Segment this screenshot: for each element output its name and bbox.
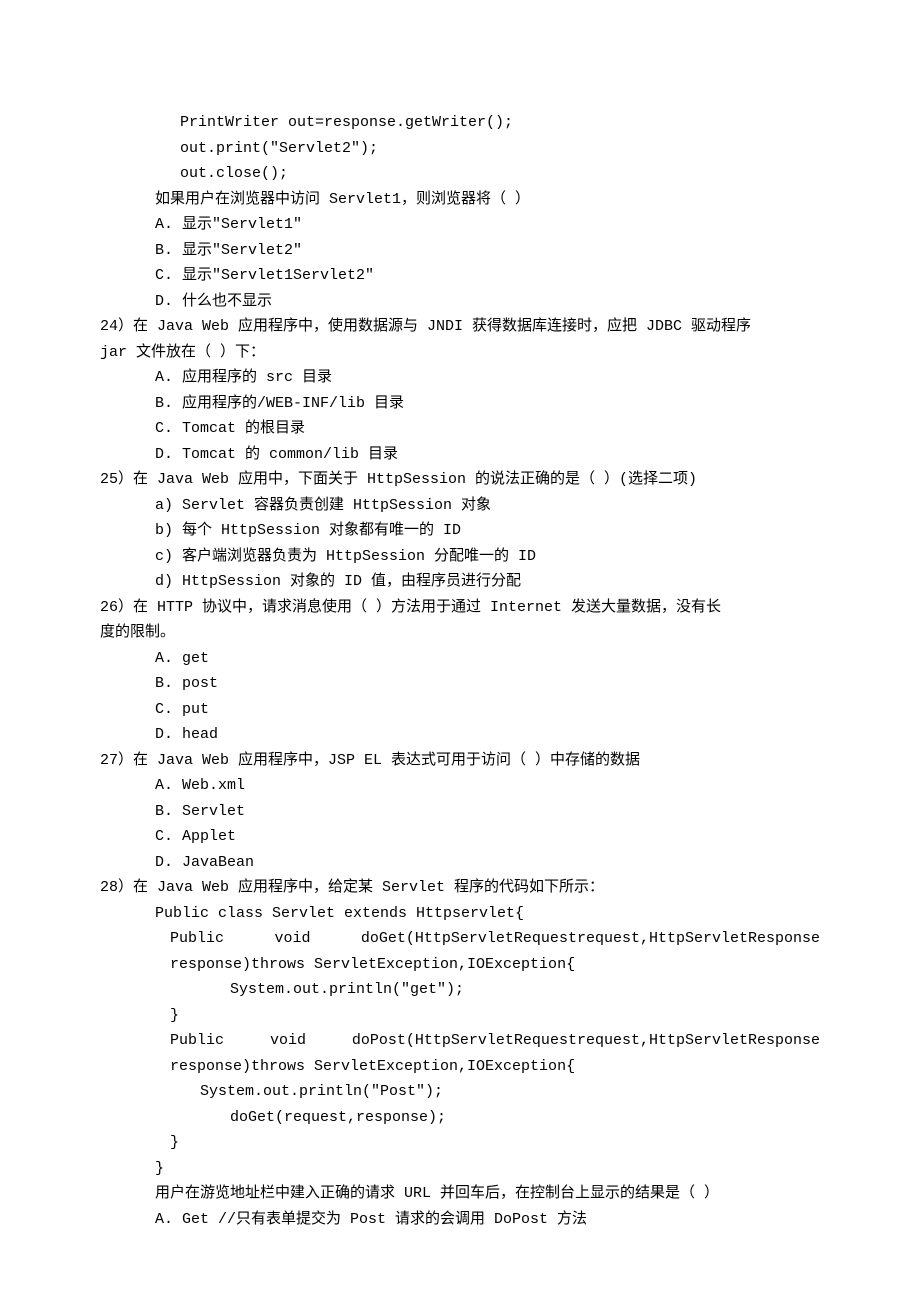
option-d: D. Tomcat 的 common/lib 目录 [100,442,820,468]
question-24-stem-cont: jar 文件放在（ ）下： [100,340,820,366]
code-line: } [100,1156,820,1182]
question-28-tail: 用户在游览地址栏中建入正确的请求 URL 并回车后，在控制台上显示的结果是（ ） [100,1181,820,1207]
code-fragment: doGet(HttpServletRequestrequest,HttpServ… [361,926,820,952]
option-a: A. 显示"Servlet1" [100,212,820,238]
code-line: PrintWriter out=response.getWriter(); [100,110,820,136]
code-line: System.out.println("Post"); [100,1079,820,1105]
question-intro: 如果用户在浏览器中访问 Servlet1，则浏览器将（ ） [100,187,820,213]
option-d: D. JavaBean [100,850,820,876]
code-line: System.out.println("get"); [100,977,820,1003]
option-b: b) 每个 HttpSession 对象都有唯一的 ID [100,518,820,544]
code-line: response)throws ServletException,IOExcep… [100,1054,820,1080]
option-c: C. 显示"Servlet1Servlet2" [100,263,820,289]
code-line: out.print("Servlet2"); [100,136,820,162]
option-b: B. 显示"Servlet2" [100,238,820,264]
code-line: Public void doGet(HttpServletRequestrequ… [100,926,820,952]
option-c: C. Tomcat 的根目录 [100,416,820,442]
code-fragment: void [274,926,310,952]
question-24-stem: 24）在 Java Web 应用程序中，使用数据源与 JNDI 获得数据库连接时… [100,314,820,340]
option-c: C. Applet [100,824,820,850]
option-a: A. Web.xml [100,773,820,799]
code-line: Public void doPost(HttpServletRequestreq… [100,1028,820,1054]
question-26-stem: 26）在 HTTP 协议中，请求消息使用（ ）方法用于通过 Internet 发… [100,595,820,621]
option-c: C. put [100,697,820,723]
code-line: response)throws ServletException,IOExcep… [100,952,820,978]
code-line: Public class Servlet extends Httpservlet… [100,901,820,927]
question-27-stem: 27）在 Java Web 应用程序中，JSP EL 表达式可用于访问（ ）中存… [100,748,820,774]
option-b: B. Servlet [100,799,820,825]
option-d: D. 什么也不显示 [100,289,820,315]
question-28-stem: 28）在 Java Web 应用程序中，给定某 Servlet 程序的代码如下所… [100,875,820,901]
option-b: B. post [100,671,820,697]
option-a: A. 应用程序的 src 目录 [100,365,820,391]
question-25-stem: 25）在 Java Web 应用中，下面关于 HttpSession 的说法正确… [100,467,820,493]
option-c: c) 客户端浏览器负责为 HttpSession 分配唯一的 ID [100,544,820,570]
option-a: A. Get //只有表单提交为 Post 请求的会调用 DoPost 方法 [100,1207,820,1233]
option-d: D. head [100,722,820,748]
code-fragment: Public [170,1028,224,1054]
code-fragment: doPost(HttpServletRequestrequest,HttpSer… [352,1028,820,1054]
question-26-stem-cont: 度的限制。 [100,620,820,646]
code-fragment: Public [170,926,224,952]
option-d: d) HttpSession 对象的 ID 值，由程序员进行分配 [100,569,820,595]
option-b: B. 应用程序的/WEB-INF/lib 目录 [100,391,820,417]
code-fragment: void [270,1028,306,1054]
code-line: out.close(); [100,161,820,187]
code-line: doGet(request,response); [100,1105,820,1131]
option-a: A. get [100,646,820,672]
option-a: a) Servlet 容器负责创建 HttpSession 对象 [100,493,820,519]
code-line: } [100,1130,820,1156]
code-line: } [100,1003,820,1029]
